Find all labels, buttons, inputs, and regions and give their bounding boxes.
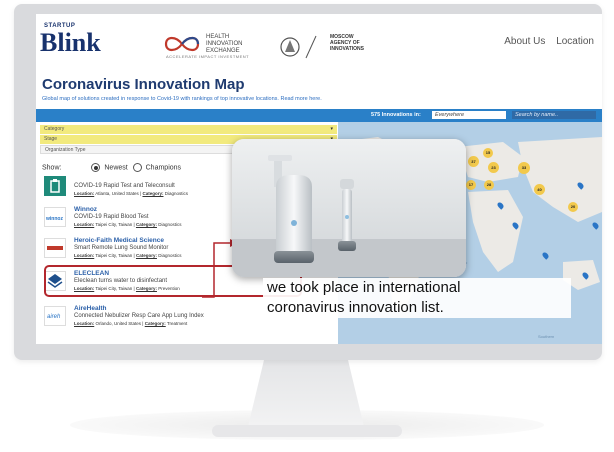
location-value: Orlando, United States (95, 321, 142, 326)
product-bottles-image (232, 139, 466, 277)
location-value: Taipei City, Taiwan (95, 253, 133, 258)
newest-radio[interactable] (91, 163, 101, 172)
partner-line: HEALTH (206, 34, 230, 40)
item-name: Winnoz (74, 206, 98, 213)
chevron-down-icon: ▾ (330, 126, 333, 132)
map-cluster[interactable]: 15 (483, 148, 493, 158)
caption-line: we took place in international (267, 279, 461, 296)
svg-text:winnoz: winnoz (45, 216, 63, 222)
item-description: Connected Nebulizer Resp Care App Lung I… (74, 313, 204, 319)
partner-tagline: ACCELERATE IMPACT INVESTMENT (166, 54, 250, 59)
item-meta: Location: Orlando, United States | Categ… (74, 321, 188, 326)
caption-text: we took place in international coronavir… (263, 278, 571, 318)
category-label: Category: (144, 321, 166, 326)
search-input[interactable]: Search by name.. (512, 111, 596, 119)
partner-logo-text: HEALTH INNOVATION EXCHANGE (206, 34, 242, 55)
item-name: AireHealth (74, 305, 107, 312)
location-label: Location: (74, 253, 95, 258)
champions-radio[interactable] (132, 163, 142, 172)
map-cluster[interactable]: 28 (484, 180, 494, 190)
category-value: Diagnostics (164, 191, 189, 196)
product-photo (232, 139, 466, 277)
winnoz-logo-icon: winnoz (45, 216, 63, 222)
company-logo: aireh (44, 306, 66, 326)
location-value: Atlanta, United States (95, 191, 139, 196)
stage-select-label: Stage (44, 136, 58, 142)
page-subtitle[interactable]: Global map of solutions created in respo… (42, 96, 322, 102)
company-logo (44, 238, 66, 258)
category-value: Treatment (166, 321, 188, 326)
company-logo (44, 176, 66, 196)
monitor-bezel: STARTUP Blink HEALTH INNOVATION EXCHANGE… (14, 4, 602, 360)
screen: STARTUP Blink HEALTH INNOVATION EXCHANGE… (36, 14, 602, 344)
map-cluster[interactable]: 23 (488, 162, 499, 173)
location-value: Taipei City, Taiwan (95, 222, 133, 227)
monitor-base (212, 425, 402, 437)
location-input[interactable]: Everywhere (432, 111, 506, 119)
page-title: Coronavirus Innovation Map (42, 76, 245, 93)
item-meta: Location: Taipei City, Taiwan | Category… (74, 222, 182, 227)
category-select[interactable]: Category ▾ (40, 125, 337, 134)
moscow-emblem-icon (280, 35, 317, 59)
item-meta: Location: Taipei City, Taiwan | Category… (74, 253, 182, 258)
test-kit-icon (50, 179, 60, 193)
location-label: Location: (74, 321, 95, 326)
category-label: Category: (142, 191, 164, 196)
category-label: Category: (135, 222, 157, 227)
airehealth-logo-icon: aireh (47, 314, 61, 320)
map-cluster[interactable]: 20 (568, 202, 578, 212)
brand-logo[interactable]: Blink (40, 28, 101, 58)
location-label: Location: (74, 222, 95, 227)
heroic-faith-logo-icon (47, 246, 63, 250)
show-toggle: Show: Newest Champions (42, 163, 181, 172)
location-label: Location: (74, 191, 95, 196)
svg-text:aireh: aireh (47, 314, 61, 320)
company-logo: winnoz (44, 207, 66, 227)
category-label: Category: (135, 253, 157, 258)
newest-label: Newest (104, 164, 128, 172)
show-label: Show: (42, 164, 62, 172)
partner-line: INNOVATION (206, 41, 243, 47)
ocean-label: Southern (538, 334, 555, 339)
item-description: Smart Remote Lung Sound Monitor (74, 245, 169, 251)
map-cluster[interactable]: 40 (534, 184, 545, 195)
filter-toolbar: 575 Innovations in: Everywhere Search by… (36, 109, 602, 122)
map-cluster[interactable]: 37 (468, 156, 479, 167)
nav-about-us[interactable]: About Us (504, 36, 545, 47)
org-type-select-label: Organization Type (45, 147, 86, 153)
agency-line: INNOVATIONS (330, 46, 364, 52)
category-value: Diagnostics (158, 253, 182, 258)
category-value: Diagnostics (158, 222, 182, 227)
map-cluster[interactable]: 33 (518, 162, 530, 174)
nav-location[interactable]: Location (556, 36, 594, 47)
caption-line: coronavirus innovation list. (267, 299, 444, 316)
champions-label: Champions (145, 164, 182, 172)
infinity-logo-icon (164, 36, 200, 52)
item-meta: Location: Atlanta, United States | Categ… (74, 191, 189, 196)
item-description: COVID-19 Rapid Test and Teleconsult (74, 183, 175, 189)
top-nav: About Us Location (496, 36, 594, 47)
monitor-stand (247, 360, 365, 430)
item-description: COVID-19 Rapid Blood Test (74, 214, 149, 220)
map-cluster[interactable]: 17 (466, 180, 476, 190)
innovation-count: 575 Innovations in: (371, 112, 421, 118)
moscow-agency-text: MOSCOW AGENCY OF INNOVATIONS (330, 34, 364, 52)
category-select-label: Category (44, 126, 65, 132)
item-name: Heroic-Faith Medical Science (74, 237, 164, 244)
